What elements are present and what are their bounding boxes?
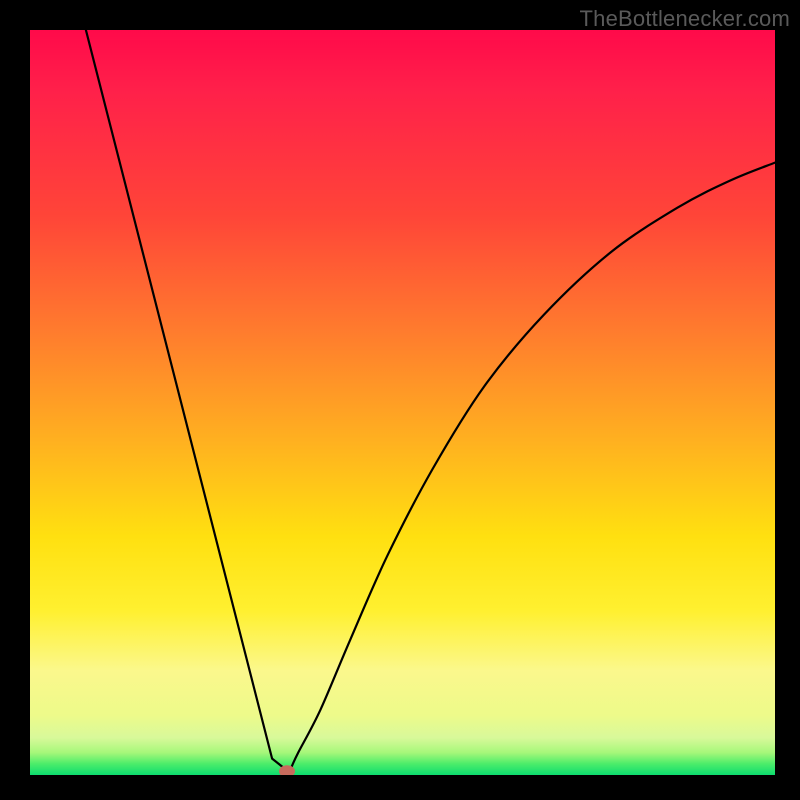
chart-frame: TheBottlenecker.com (0, 0, 800, 800)
plot-area (30, 30, 775, 775)
bottleneck-curve (30, 30, 775, 775)
watermark-text: TheBottlenecker.com (580, 6, 790, 32)
